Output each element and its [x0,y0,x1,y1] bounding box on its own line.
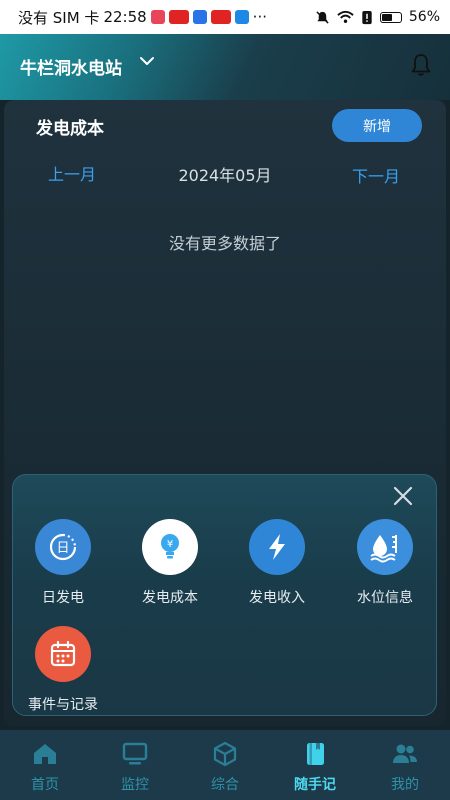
tmall-notification-icon [210,10,231,24]
app-notification-icon [192,10,207,24]
nav-label: 随手记 [294,777,336,793]
nav-label: 首页 [31,777,59,793]
wifi-icon [337,10,354,23]
station-selector-label[interactable]: 牛栏洞水电站 [20,54,122,79]
water-level-icon [357,519,413,575]
nav-item-home[interactable]: 首页 [0,730,90,800]
menu-item-water-level[interactable]: 水位信息 [335,519,435,607]
nav-label: 综合 [211,777,239,793]
next-month-button[interactable]: 下一月 [352,163,400,187]
menu-item-label: 日发电 [42,590,84,606]
menu-item-label: 水位信息 [357,590,413,606]
menu-item-label: 发电成本 [142,590,198,606]
nav-item-notes[interactable]: 随手记 [270,730,360,800]
tmall-notification-icon [168,10,189,24]
carrier-text: 没有 SIM 卡 [18,8,100,27]
lightning-icon [249,519,305,575]
menu-item-daily-generation[interactable]: 日 日发电 [13,519,113,607]
battery-icon [379,11,402,23]
add-button[interactable]: 新增 [332,109,422,142]
app-header: 牛栏洞水电站 [0,34,450,100]
mute-icon [316,10,329,24]
home-icon [34,744,56,764]
nav-label: 我的 [391,777,419,793]
notebook-icon [307,743,324,765]
svg-text:日: 日 [56,541,69,556]
empty-state-message: 没有更多数据了 [168,234,281,253]
menu-item-generation-cost[interactable]: ¥ 发电成本 [120,519,220,607]
clock: 22:58 [103,8,147,26]
app-notification-icon [150,10,165,24]
menu-item-generation-income[interactable]: 发电收入 [227,519,327,607]
user-group-icon [393,744,417,763]
search-app-icon [234,10,249,24]
nav-item-monitor[interactable]: 监控 [90,730,180,800]
bottom-nav: 首页 监控 综合 随手记 我的 [0,730,450,800]
bell-icon[interactable] [408,52,434,78]
calendar-icon [35,626,91,682]
close-icon[interactable] [392,485,414,507]
nav-label: 监控 [121,777,149,793]
page-title: 发电成本 [36,119,104,139]
menu-item-events-records[interactable]: 事件与记录 [13,626,113,714]
nav-item-mine[interactable]: 我的 [360,730,450,800]
menu-item-label: 事件与记录 [28,697,98,713]
more-notifications-icon: ··· [252,8,267,26]
quick-menu-popup: 日 日发电 ¥ 发电成本 发电收入 水位信息 事件与记录 [12,474,437,716]
status-bar: 没有 SIM 卡 22:58 ··· 56% [0,0,450,34]
chevron-down-icon[interactable] [138,52,156,70]
lightbulb-yen-icon: ¥ [142,519,198,575]
menu-item-label: 发电收入 [249,590,305,606]
alert-icon [362,10,372,24]
cube-icon [213,741,237,767]
svg-text:¥: ¥ [167,539,173,550]
nav-item-overview[interactable]: 综合 [180,730,270,800]
monitor-icon [122,742,148,765]
daily-generation-icon: 日 [35,519,91,575]
battery-percent: 56% [408,9,440,25]
